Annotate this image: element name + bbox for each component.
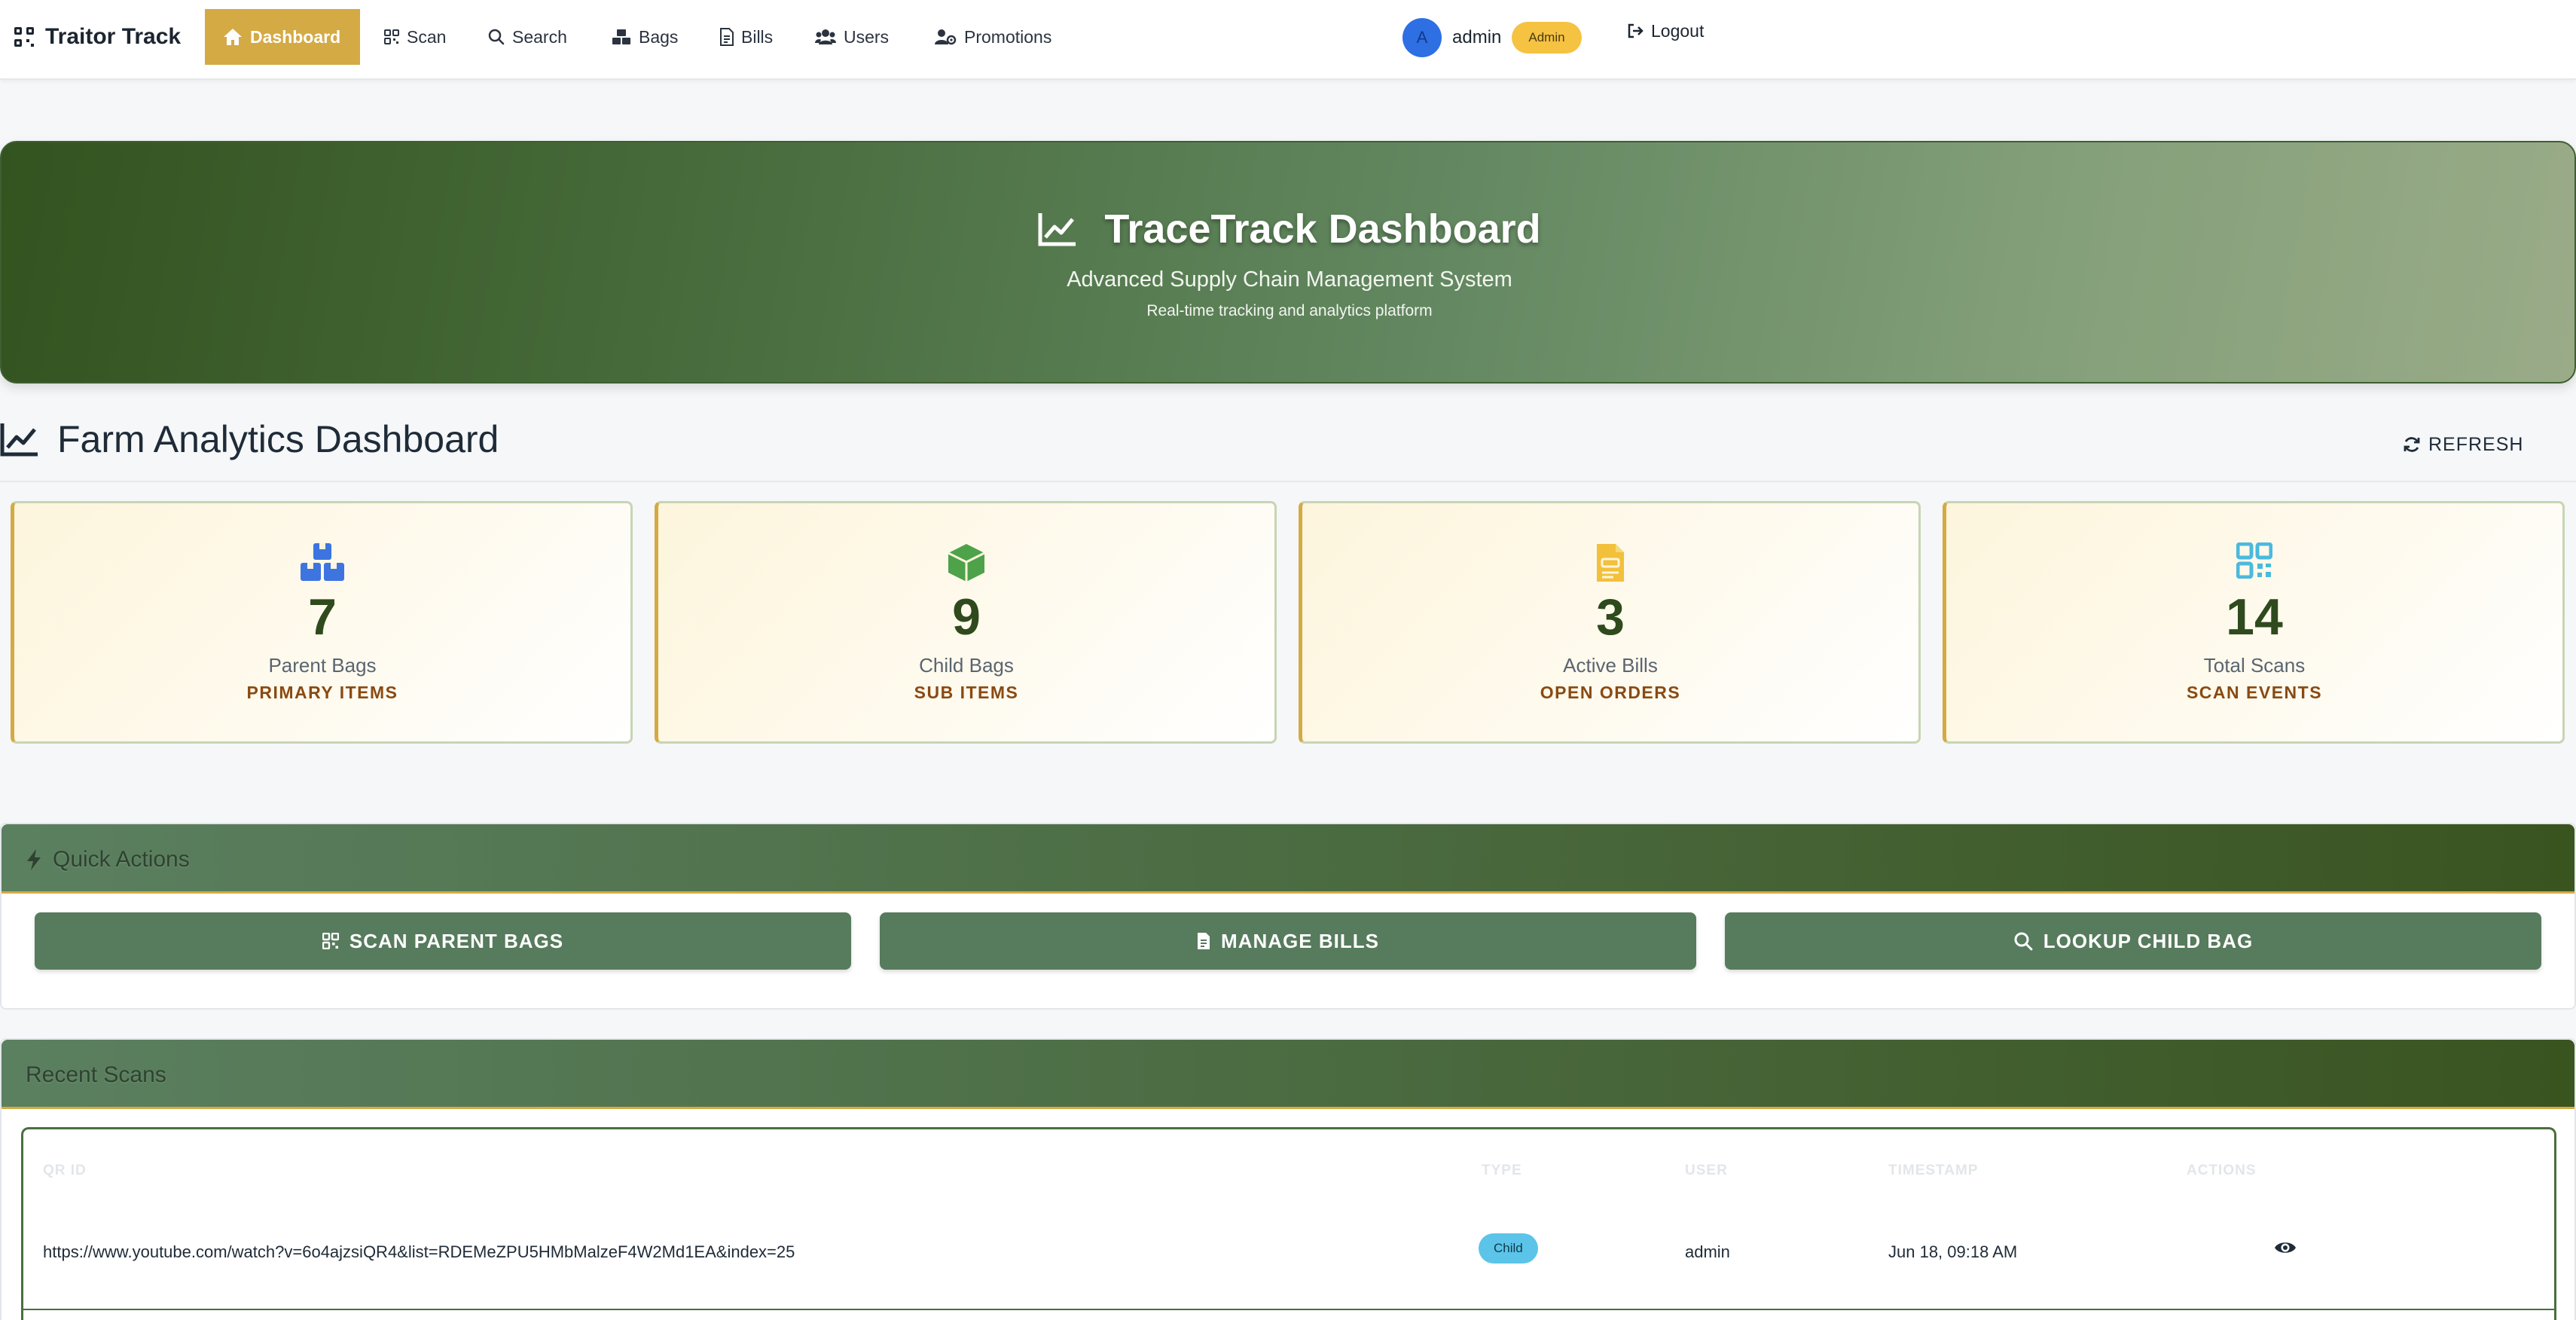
- nav-dashboard-label: Dashboard: [250, 26, 341, 47]
- recent-scans-title: Recent Scans: [26, 1062, 166, 1087]
- page-title: Farm Analytics Dashboard: [57, 418, 499, 460]
- qrcode-icon: [1946, 542, 2562, 579]
- type-badge: Child: [1479, 1233, 1538, 1263]
- user-name: admin: [1452, 27, 1502, 47]
- nav-promotions[interactable]: Promotions: [916, 9, 1070, 65]
- stat-card-parent-bags: 7 Parent Bags PRIMARY ITEMS: [11, 501, 633, 744]
- boxes-icon: [612, 29, 631, 45]
- recent-scans-table: QR ID TYPE USER TIMESTAMP ACTIONS https:…: [21, 1127, 2556, 1320]
- analytics-title-row: Farm Analytics Dashboard: [0, 416, 499, 463]
- qrcode-icon: [322, 933, 339, 949]
- timestamp-cell: Jun 18, 09:18 AM: [1888, 1242, 2018, 1261]
- nav-search[interactable]: Search: [470, 9, 585, 65]
- stat-label: Active Bills: [1563, 654, 1658, 677]
- stat-label: Child Bags: [919, 654, 1014, 677]
- nav-bags[interactable]: Bags: [594, 9, 696, 65]
- nav-users-label: Users: [844, 26, 890, 47]
- search-icon: [2013, 931, 2033, 951]
- avatar: A: [1402, 18, 1442, 57]
- nav-bills-label: Bills: [741, 26, 774, 47]
- scan-parent-bags-button[interactable]: SCAN PARENT BAGS: [35, 912, 851, 970]
- stat-sublabel: OPEN ORDERS: [1540, 683, 1681, 702]
- nav-scan[interactable]: Scan: [366, 9, 464, 65]
- stat-card-child-bags: 9 Child Bags SUB ITEMS: [655, 501, 1277, 744]
- stat-card-total-scans: 14 Total Scans SCAN EVENTS: [1943, 501, 2565, 744]
- row-divider: [23, 1309, 2554, 1310]
- qr-id-cell[interactable]: https://www.youtube.com/watch?v=6o4ajzsi…: [43, 1242, 795, 1262]
- refresh-button[interactable]: REFRESH: [2403, 429, 2523, 460]
- home-icon: [223, 28, 243, 46]
- brand-name: Traitor Track: [45, 24, 182, 49]
- users-icon: [815, 29, 836, 45]
- stat-card-active-bills: 3 Active Bills OPEN ORDERS: [1299, 501, 1921, 744]
- stat-value: 7: [308, 588, 337, 646]
- column-header-qr-id[interactable]: QR ID: [43, 1163, 87, 1179]
- stat-label: Total Scans: [2203, 654, 2306, 677]
- stat-value: 14: [2226, 588, 2283, 646]
- recent-scans-header: Recent Scans: [2, 1040, 2574, 1109]
- quick-actions-header: Quick Actions: [2, 824, 2574, 894]
- file-invoice-icon: [720, 28, 734, 46]
- manage-bills-button[interactable]: MANAGE BILLS: [880, 912, 1696, 970]
- bolt-icon: [26, 848, 42, 871]
- eye-icon[interactable]: [2274, 1239, 2297, 1256]
- column-header-timestamp[interactable]: TIMESTAMP: [1888, 1163, 1978, 1179]
- search-icon: [488, 29, 505, 45]
- analytics-header: Farm Analytics Dashboard REFRESH: [0, 413, 2576, 482]
- hero-tagline: Real-time tracking and analytics platfor…: [1146, 302, 1433, 319]
- manage-bills-label: MANAGE BILLS: [1221, 929, 1379, 952]
- role-badge: Admin: [1512, 22, 1582, 53]
- stat-sublabel: SUB ITEMS: [914, 683, 1019, 702]
- brand-link[interactable]: Traitor Track: [14, 21, 181, 53]
- qrcode-icon: [14, 26, 35, 47]
- nav-dashboard[interactable]: Dashboard: [205, 9, 360, 65]
- user-menu[interactable]: A admin Admin: [1402, 17, 1582, 59]
- scan-parent-bags-label: SCAN PARENT BAGS: [349, 929, 564, 952]
- stat-value: 3: [1596, 588, 1625, 646]
- nav-bags-label: Bags: [639, 26, 679, 47]
- chart-line-icon: [0, 422, 39, 457]
- qrcode-icon: [384, 29, 399, 44]
- logout-link[interactable]: Logout: [1627, 18, 1704, 44]
- refresh-icon: [2403, 435, 2421, 454]
- user-cell: admin: [1685, 1242, 1730, 1261]
- top-navbar: Traitor Track Dashboard Scan Search Bags…: [0, 0, 2576, 80]
- column-header-actions: ACTIONS: [2187, 1163, 2257, 1178]
- user-cog-icon: [934, 29, 957, 45]
- quick-actions-title: Quick Actions: [53, 847, 190, 872]
- logout-label: Logout: [1651, 20, 1705, 41]
- nav-promotions-label: Promotions: [964, 26, 1052, 47]
- lookup-child-bag-label: LOOKUP CHILD BAG: [2043, 929, 2254, 952]
- nav-users[interactable]: Users: [797, 9, 907, 65]
- stat-sublabel: SCAN EVENTS: [2186, 683, 2323, 702]
- recent-scans-title-row: Recent Scans: [26, 1059, 166, 1091]
- nav-bills[interactable]: Bills: [702, 9, 791, 65]
- stat-label: Parent Bags: [268, 654, 377, 677]
- hero-title-row: TraceTrack Dashboard: [2, 206, 2576, 252]
- column-header-type[interactable]: TYPE: [1482, 1163, 1522, 1179]
- recent-scans-panel: Recent Scans QR ID TYPE USER TIMESTAMP A…: [0, 1038, 2576, 1320]
- quick-actions-title-row: Quick Actions: [26, 844, 190, 875]
- stat-value: 9: [952, 588, 981, 646]
- hero-subtitle: Advanced Supply Chain Management System: [1067, 267, 1512, 292]
- hero-banner: TraceTrack Dashboard Advanced Supply Cha…: [0, 141, 2576, 383]
- nav-search-label: Search: [512, 26, 567, 47]
- file-invoice-icon: [1197, 932, 1210, 950]
- file-invoice-icon: [1302, 542, 1918, 583]
- lookup-child-bag-button[interactable]: LOOKUP CHILD BAG: [1725, 912, 2541, 970]
- box-icon: [658, 542, 1274, 583]
- hero-title: TraceTrack Dashboard: [1104, 206, 1541, 252]
- sign-out-icon: [1627, 23, 1644, 38]
- stat-sublabel: PRIMARY ITEMS: [246, 683, 398, 702]
- refresh-label: REFRESH: [2428, 433, 2524, 455]
- nav-scan-label: Scan: [407, 26, 447, 47]
- chart-line-icon: [1038, 212, 1077, 246]
- column-header-user[interactable]: USER: [1685, 1163, 1728, 1179]
- quick-actions-panel: Quick Actions SCAN PARENT BAGS MANAGE BI…: [0, 823, 2576, 1010]
- boxes-icon: [14, 542, 630, 582]
